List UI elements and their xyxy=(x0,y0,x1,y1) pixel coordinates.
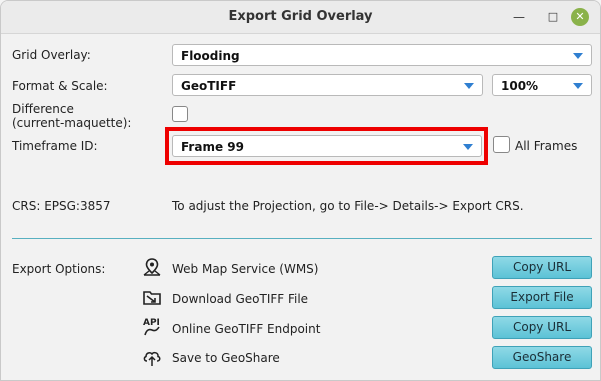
save-geoshare-text: Save to GeoShare xyxy=(172,351,280,365)
crs-hint: To adjust the Projection, go to File-> D… xyxy=(172,199,524,213)
grid-overlay-select[interactable]: Flooding xyxy=(172,44,592,66)
highlight-box xyxy=(165,127,488,165)
map-pin-icon xyxy=(141,256,163,278)
crs-label: CRS: EPSG:3857 xyxy=(12,199,111,213)
grid-overlay-value: Flooding xyxy=(181,49,240,63)
download-geotiff-text: Download GeoTIFF File xyxy=(172,292,309,306)
cloud-upload-icon xyxy=(141,346,163,368)
online-endpoint-text: Online GeoTIFF Endpoint xyxy=(172,322,321,336)
geoshare-button[interactable]: GeoShare xyxy=(492,346,592,369)
close-icon[interactable]: ✕ xyxy=(571,8,589,26)
export-options-label: Export Options: xyxy=(12,262,106,276)
export-file-button[interactable]: Export File xyxy=(492,286,592,309)
format-select[interactable]: GeoTIFF xyxy=(172,74,483,96)
chevron-down-icon xyxy=(573,83,583,89)
export-grid-overlay-window: Export Grid Overlay — □ ✕ Grid Overlay: … xyxy=(0,0,601,381)
copy-url-endpoint-button[interactable]: Copy URL xyxy=(492,316,592,339)
chevron-down-icon xyxy=(573,53,583,59)
grid-overlay-label: Grid Overlay: xyxy=(12,48,91,62)
all-frames-label: All Frames xyxy=(515,139,578,153)
format-value: GeoTIFF xyxy=(181,79,237,93)
svg-text:API: API xyxy=(143,318,160,328)
difference-label-line2: (current-maquette): xyxy=(12,116,132,130)
scale-value: 100% xyxy=(501,79,539,93)
scale-select[interactable]: 100% xyxy=(492,74,592,96)
api-icon: API xyxy=(141,315,163,337)
difference-label-line1: Difference xyxy=(12,102,74,116)
chevron-down-icon xyxy=(464,83,474,89)
format-scale-label: Format & Scale: xyxy=(12,79,108,93)
timeframe-label: Timeframe ID: xyxy=(12,139,98,153)
divider xyxy=(12,238,592,239)
wms-option-text: Web Map Service (WMS) xyxy=(172,262,319,276)
difference-checkbox[interactable] xyxy=(172,106,188,122)
all-frames-checkbox[interactable] xyxy=(493,136,510,153)
title-bar: Export Grid Overlay — □ ✕ xyxy=(1,1,600,34)
copy-url-wms-button[interactable]: Copy URL xyxy=(492,256,592,279)
maximize-icon[interactable]: □ xyxy=(543,7,563,27)
download-folder-icon xyxy=(141,286,163,308)
minimize-icon[interactable]: — xyxy=(509,7,529,27)
